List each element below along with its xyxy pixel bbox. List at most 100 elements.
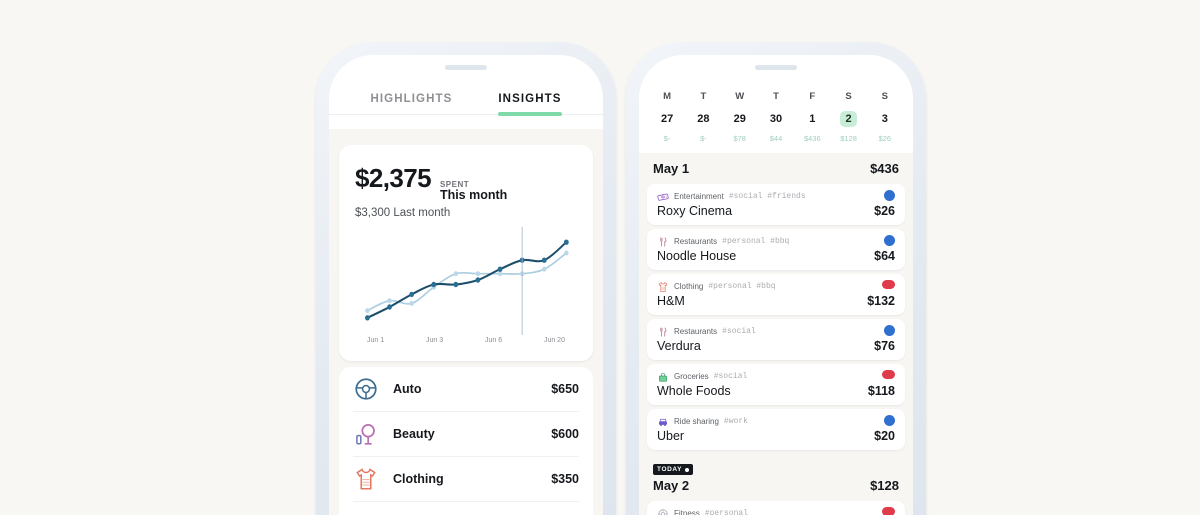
transaction-tags[interactable]: #personal #bbq: [708, 282, 775, 291]
transaction-amount: $118: [867, 384, 895, 398]
transaction-row[interactable]: Ride sharing #work Uber $20: [647, 409, 905, 450]
calendar-day-number: 2: [840, 111, 858, 127]
transaction-row[interactable]: Entertainment #social #friends Roxy Cinema…: [647, 184, 905, 225]
category-name: Auto: [393, 381, 422, 396]
category-amount: $650: [551, 381, 579, 396]
total-spent-amount: $2,375: [355, 163, 432, 193]
day-group-total: $128: [870, 478, 899, 493]
category-row[interactable]: Auto $650: [353, 367, 579, 411]
day-group-left: TODAY May 2: [653, 464, 694, 493]
mirror-icon: [353, 421, 379, 447]
day-group-date: May 1: [653, 161, 690, 176]
transaction-merchant: Noodle House: [657, 249, 737, 263]
category-name: Clothing: [393, 471, 444, 486]
spent-period-block: SPENT This month: [440, 180, 507, 203]
transaction-category: Fitness: [674, 508, 700, 515]
chart-svg: [365, 226, 569, 335]
calendar-day-row: 27 28 29 30 1 2 3: [649, 109, 903, 129]
calendar-day-amount: $128: [840, 134, 857, 143]
transaction-meta: Ride sharing #work: [657, 415, 895, 427]
transaction-main: Whole Foods $118: [657, 384, 895, 398]
calendar-day-number: 1: [809, 113, 816, 125]
tshirt-icon: [353, 466, 379, 492]
transaction-meta: Groceries #social: [657, 370, 895, 382]
calendar-day[interactable]: 3: [867, 109, 903, 129]
transaction-tags[interactable]: #social #friends: [729, 192, 806, 201]
transaction-scroll-area[interactable]: May 1 $436 Entertainment #social #friends R…: [639, 151, 913, 515]
tab-highlights[interactable]: HIGHLIGHTS: [370, 93, 452, 114]
phone-screen-transactions: M T W T F S S 27 28 29 30 1 2 3 $- $- $78 $44 $436 $128 $2…: [639, 55, 913, 515]
calendar-dow: S: [845, 91, 852, 102]
transaction-tags[interactable]: #personal: [705, 509, 748, 515]
transaction-main: Uber $20: [657, 429, 895, 443]
tshirt-icon: [657, 280, 669, 292]
restaurant-icon: [660, 327, 667, 337]
calendar-amount-row: $- $- $78 $44 $436 $128 $26: [649, 129, 903, 143]
transaction-row[interactable]: Groceries #social Whole Foods $118: [647, 364, 905, 405]
transaction-category: Restaurants: [674, 326, 718, 336]
calendar-dow: T: [773, 91, 779, 102]
category-name: Beauty: [393, 426, 435, 441]
x-tick: Jun 6: [484, 336, 503, 344]
transaction-main: Roxy Cinema $26: [657, 204, 895, 218]
category-amount: $350: [551, 471, 579, 486]
ticket-icon: [657, 193, 669, 201]
calendar-dow: F: [809, 91, 816, 102]
transaction-row[interactable]: Restaurants #social Verdura $76: [647, 319, 905, 360]
calendar-day-amount: $-: [663, 134, 671, 143]
transaction-tags[interactable]: #personal #bbq: [722, 237, 789, 246]
x-tick: Jun 1: [367, 336, 385, 344]
day-group-date: May 2: [653, 478, 690, 493]
category-row[interactable]: Beauty $600: [353, 410, 579, 456]
payment-card-badge-icon: [882, 370, 895, 379]
transaction-row[interactable]: Fitness#personalFitness First Gym$80: [647, 501, 905, 515]
summary-amount-row: $2,375 SPENT This month: [355, 163, 577, 203]
calendar-day-number: 29: [733, 113, 746, 125]
transaction-row[interactable]: Clothing #personal #bbq H&M $132: [647, 274, 905, 315]
transaction-meta: Entertainment #social #friends: [657, 190, 895, 202]
calendar-day-amount: $26: [878, 134, 892, 143]
category-row[interactable]: Entertainment$300: [353, 500, 579, 515]
steering-wheel-icon: [355, 377, 377, 400]
spending-line-chart[interactable]: Jun 1 Jun 3 Jun 6 Jun 20: [355, 226, 577, 353]
transaction-merchant: Whole Foods: [657, 384, 731, 398]
payment-card-badge-icon: [884, 235, 895, 246]
transaction-merchant: Verdura: [657, 339, 701, 353]
calendar-dow-row: MTWTFSS: [649, 91, 903, 109]
calendar-day[interactable]: 28: [685, 109, 721, 129]
calendar-day[interactable]: 30: [758, 109, 794, 129]
transaction-category: Groceries: [674, 371, 709, 381]
category-amount: $600: [551, 426, 579, 441]
tab-insights[interactable]: INSIGHTS: [498, 93, 562, 116]
transaction-amount: $64: [874, 249, 895, 263]
transaction-tags[interactable]: #work: [724, 417, 748, 426]
calendar-day[interactable]: 27: [649, 109, 685, 129]
grocery-bag-icon: [657, 370, 669, 382]
restaurant-icon: [657, 325, 669, 337]
x-tick: Jun 3: [425, 336, 444, 344]
payment-card-badge-icon: [884, 415, 895, 426]
transaction-tags[interactable]: #social: [714, 372, 748, 381]
transaction-main: Verdura $76: [657, 339, 895, 353]
day-group-left: May 1: [653, 161, 689, 176]
last-month-amount: $3,300 Last month: [355, 206, 451, 219]
transaction-row[interactable]: Restaurants #personal #bbq Noodle House $64: [647, 229, 905, 270]
transaction-main: Noodle House $64: [657, 249, 895, 263]
calendar-day[interactable]: 1: [794, 109, 830, 129]
category-row[interactable]: Clothing $350: [353, 455, 579, 501]
transaction-tags[interactable]: #social: [722, 327, 756, 336]
transaction-merchant: Roxy Cinema: [657, 204, 733, 218]
calendar-dow: M: [663, 91, 672, 102]
transaction-category: Entertainment: [674, 191, 724, 201]
spending-summary-card: $2,375 SPENT This month $3,300 Last mont…: [339, 145, 593, 361]
calendar-dow: S: [881, 91, 889, 102]
calendar-day-selected[interactable]: 2: [830, 109, 866, 129]
transaction-meta: Clothing #personal #bbq: [657, 280, 895, 292]
day-group-total: $436: [870, 161, 899, 176]
transaction-merchant: Uber: [657, 429, 685, 443]
calendar-day[interactable]: 29: [722, 109, 758, 129]
insights-scroll-area[interactable]: $2,375 SPENT This month $3,300 Last mont…: [329, 129, 603, 515]
calendar-day-amount: $436: [803, 134, 821, 143]
ticket-icon: [657, 190, 669, 202]
calendar-dow: W: [735, 91, 745, 102]
